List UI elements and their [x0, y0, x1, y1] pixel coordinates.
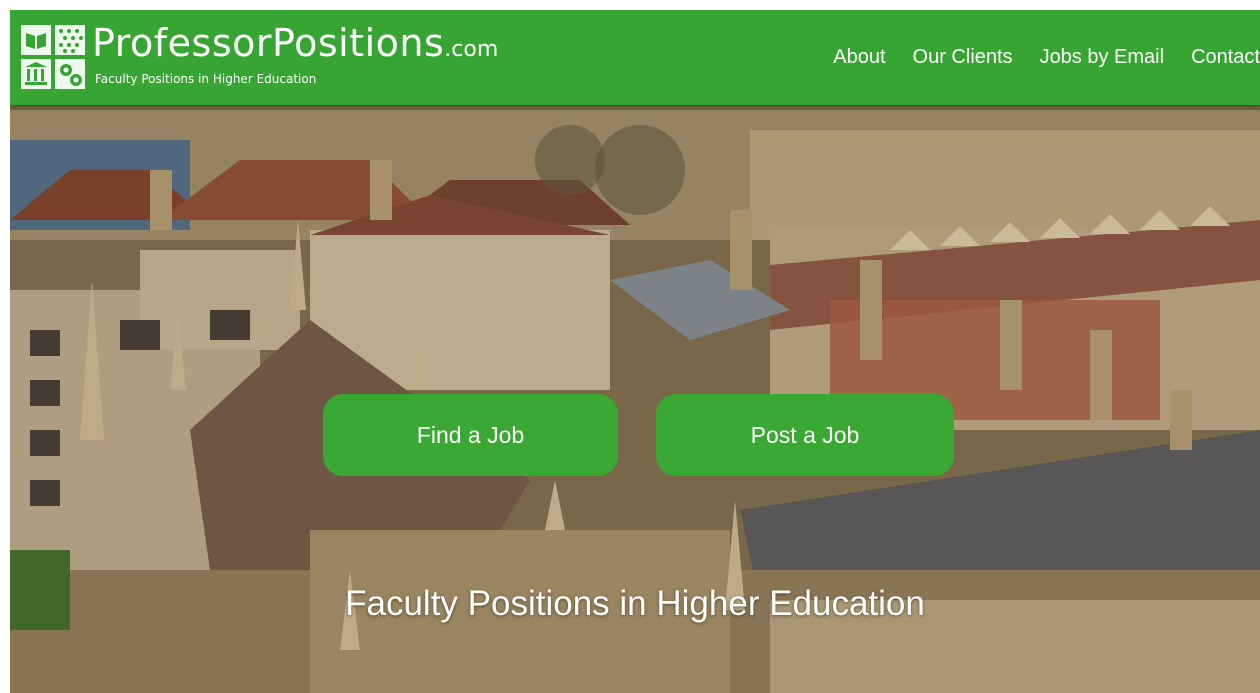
logo-title-main: ProfessorPositions — [92, 21, 445, 65]
logo-title-suffix: .com — [444, 37, 499, 62]
post-a-job-button[interactable]: Post a Job — [656, 394, 954, 476]
site-header: ProfessorPositions.com Faculty Positions… — [10, 10, 1260, 105]
page: Find a Job Post a Job Faculty Positions … — [10, 10, 1260, 693]
nav-item-about[interactable]: About — [833, 46, 885, 69]
logo-tagline: Faculty Positions in Higher Education — [95, 72, 317, 86]
university-logo-icon — [21, 25, 85, 89]
nav-item-our-clients[interactable]: Our Clients — [913, 46, 1013, 69]
main-nav: About Our Clients Jobs by Email Contact — [833, 46, 1260, 69]
nav-item-contact[interactable]: Contact — [1191, 46, 1260, 69]
logo-title: ProfessorPositions.com — [92, 21, 498, 65]
hero-section: Find a Job Post a Job Faculty Positions … — [10, 10, 1260, 693]
hero-tagline: Faculty Positions in Higher Education — [345, 584, 925, 623]
nav-item-jobs-by-email[interactable]: Jobs by Email — [1040, 46, 1165, 69]
find-a-job-button[interactable]: Find a Job — [323, 394, 618, 476]
